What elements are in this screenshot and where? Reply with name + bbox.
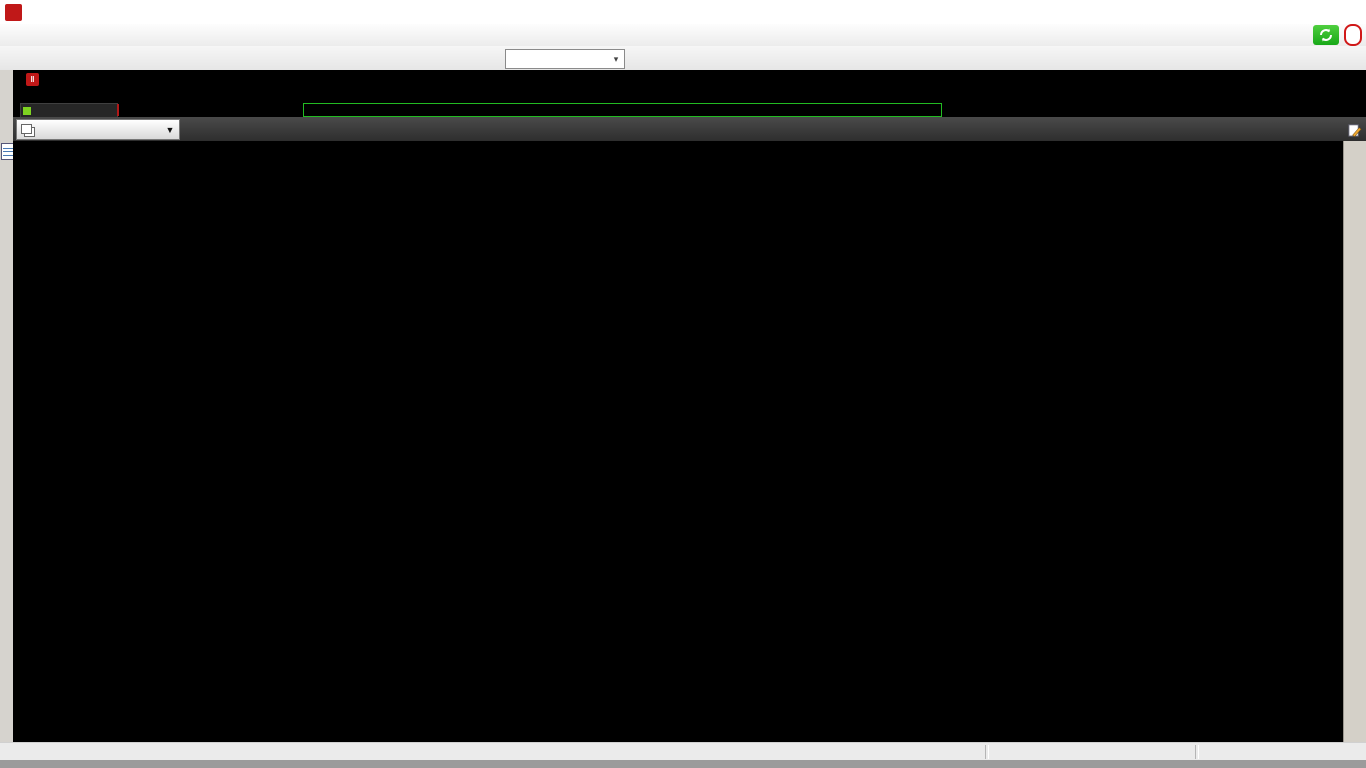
status-bar [0, 742, 1366, 761]
status-divider [985, 745, 989, 759]
bottom-strip [0, 760, 1366, 768]
status-divider [1195, 745, 1199, 759]
time-distance-chart [0, 0, 1366, 768]
motec-i2-window: ▾ ‖ ▼ [0, 0, 1366, 768]
